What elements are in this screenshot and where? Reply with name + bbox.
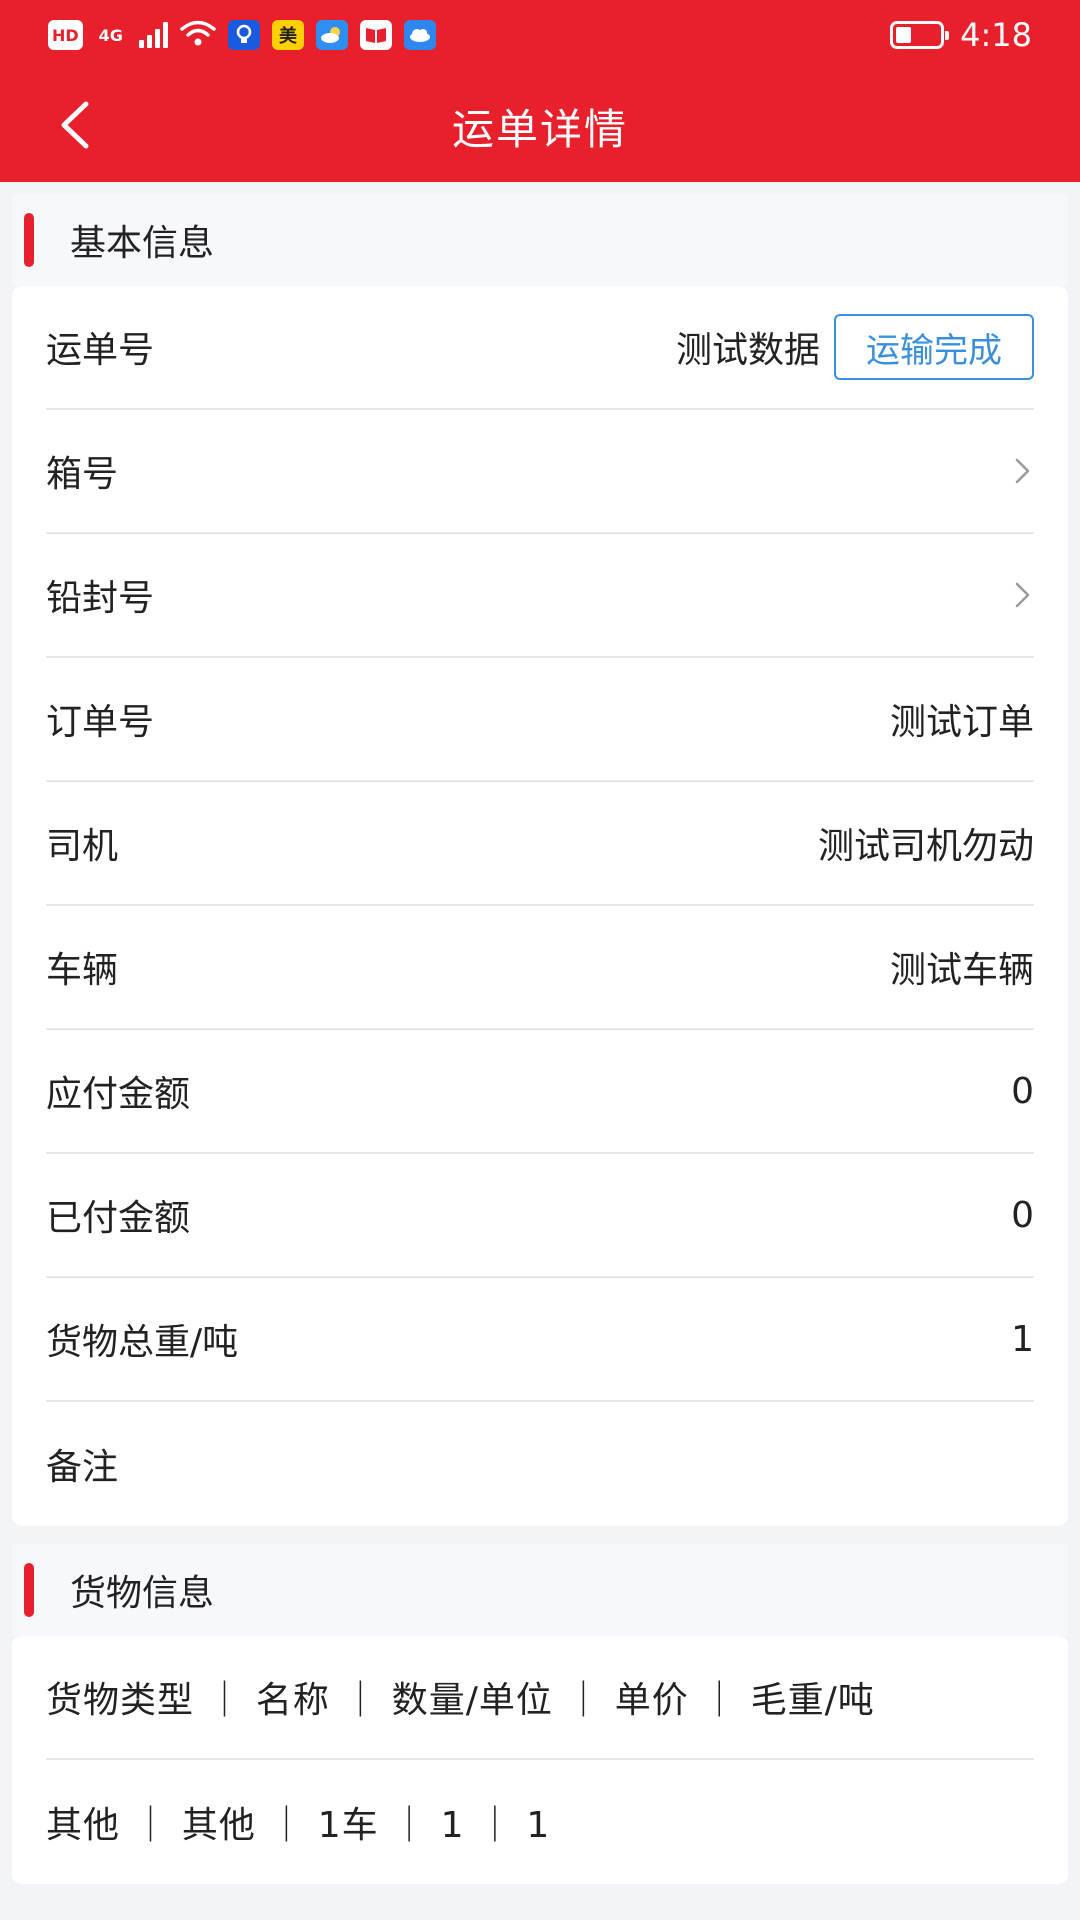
cloud-app-icon [403, 20, 436, 50]
row-label: 订单号 [46, 702, 155, 743]
goods-info-card: 货物类型 ｜ 名称 ｜ 数量/单位 ｜ 单价 ｜ 毛重/吨 其他 ｜ 其他 ｜ … [12, 1636, 1068, 1884]
back-button[interactable] [40, 92, 110, 162]
row-value: 0 [1011, 1070, 1034, 1112]
wifi-icon [180, 19, 216, 51]
battery-level [896, 27, 912, 43]
row-container-number[interactable]: 箱号 [46, 410, 1034, 534]
row-right [998, 456, 1034, 486]
row-value: 0 [1011, 1194, 1034, 1236]
row-order-number: 订单号 测试订单 [46, 658, 1034, 782]
transport-status-button[interactable]: 运输完成 [834, 314, 1034, 380]
network-type: 4G [98, 25, 123, 45]
row-label: 司机 [46, 826, 119, 867]
row-label: 铅封号 [46, 578, 155, 619]
goods-item-text: 其他 ｜ 其他 ｜ 1车 ｜ 1 ｜ 1 [46, 1805, 551, 1846]
row-vehicle: 车辆 测试车辆 [46, 906, 1034, 1030]
app-header: HD 4G 美 4:18 运单详情 [0, 0, 1080, 182]
row-label: 箱号 [46, 454, 119, 495]
row-label: 车辆 [46, 950, 119, 991]
lightbulb-app-icon [227, 20, 260, 50]
row-value: 测试车辆 [889, 950, 1034, 991]
basic-info-header: 基本信息 [12, 194, 1068, 286]
row-value: 测试数据 [675, 330, 820, 371]
book-app-icon [359, 20, 392, 50]
goods-info-header: 货物信息 [12, 1544, 1068, 1636]
goods-header-text: 货物类型 ｜ 名称 ｜ 数量/单位 ｜ 单价 ｜ 毛重/吨 [46, 1680, 875, 1721]
nav-bar: 运单详情 [0, 70, 1080, 182]
row-value: 测试订单 [889, 702, 1034, 743]
row-driver: 司机 测试司机勿动 [46, 782, 1034, 906]
row-right [998, 580, 1034, 610]
row-waybill-number: 运单号 测试数据 运输完成 [46, 286, 1034, 410]
row-seal-number[interactable]: 铅封号 [46, 534, 1034, 658]
section-accent-bar [24, 213, 34, 267]
row-label: 货物总重/吨 [46, 1322, 239, 1363]
battery-icon [890, 21, 950, 49]
section-title: 货物信息 [70, 1573, 215, 1614]
row-label: 备注 [46, 1447, 119, 1488]
row-total-weight: 货物总重/吨 1 [46, 1278, 1034, 1402]
row-label: 运单号 [46, 330, 155, 371]
signal-icon [138, 22, 168, 48]
weather-app-icon [315, 20, 348, 50]
goods-item-row: 其他 ｜ 其他 ｜ 1车 ｜ 1 ｜ 1 [46, 1760, 1034, 1884]
row-value: 1 [1011, 1318, 1034, 1360]
chevron-right-icon [1012, 456, 1034, 486]
chevron-right-icon [1012, 580, 1034, 610]
chevron-left-icon [58, 100, 92, 154]
row-amount-paid: 已付金额 0 [46, 1154, 1034, 1278]
basic-info-card: 运单号 测试数据 运输完成 箱号 铅封号 订单号 测试订单 司机 测试司机勿动 [12, 286, 1068, 1526]
status-left: HD 4G 美 [48, 19, 436, 51]
row-right: 测试数据 运输完成 [676, 314, 1034, 380]
status-bar: HD 4G 美 4:18 [0, 0, 1080, 70]
row-remarks: 备注 [46, 1402, 1034, 1526]
clock: 4:18 [960, 16, 1032, 54]
section-accent-bar [24, 1563, 34, 1617]
hd-badge: HD [48, 20, 83, 50]
page-title: 运单详情 [451, 104, 628, 154]
section-title: 基本信息 [70, 223, 215, 264]
status-right: 4:18 [890, 16, 1032, 54]
goods-header-row: 货物类型 ｜ 名称 ｜ 数量/单位 ｜ 单价 ｜ 毛重/吨 [46, 1636, 1034, 1760]
row-label: 应付金额 [46, 1074, 191, 1115]
meituan-app-icon: 美 [271, 20, 304, 50]
row-amount-payable: 应付金额 0 [46, 1030, 1034, 1154]
row-value: 测试司机勿动 [817, 826, 1034, 867]
row-label: 已付金额 [46, 1198, 191, 1239]
